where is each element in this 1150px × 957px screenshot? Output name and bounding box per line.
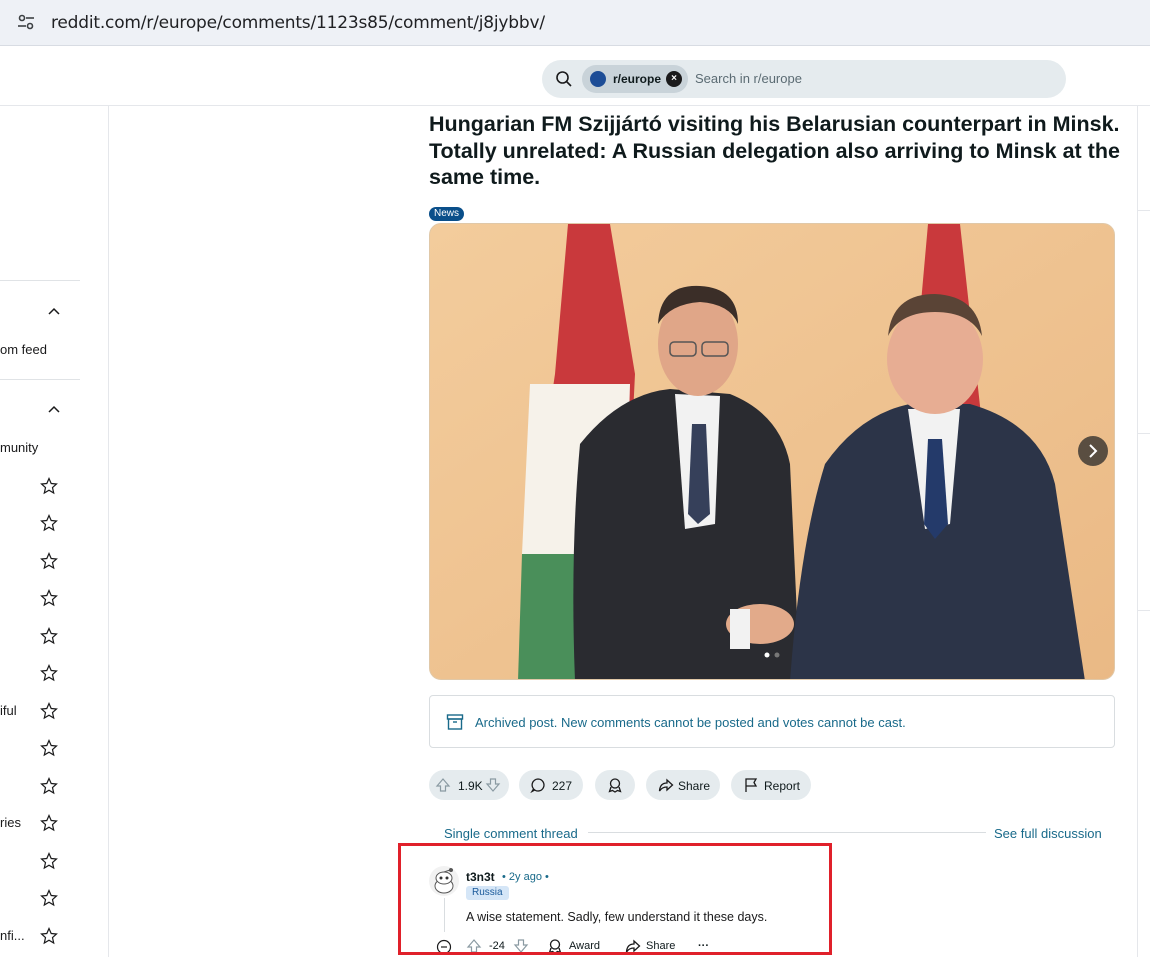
star-icon[interactable] bbox=[40, 664, 58, 682]
star-icon[interactable] bbox=[40, 477, 58, 495]
star-icon[interactable] bbox=[40, 814, 58, 832]
report-label: Report bbox=[764, 779, 801, 793]
carousel-dots-icon bbox=[764, 652, 780, 658]
sidebar-divider bbox=[0, 280, 80, 281]
url-text[interactable]: reddit.com/r/europe/comments/1123s85/com… bbox=[51, 13, 545, 33]
award-button[interactable] bbox=[595, 770, 635, 800]
share-icon bbox=[658, 778, 674, 792]
comments-button[interactable]: 227 bbox=[519, 770, 583, 800]
post-flair[interactable]: News bbox=[429, 207, 465, 221]
search-bar[interactable]: r/europe × Search in r/europe bbox=[542, 60, 1066, 98]
star-icon[interactable] bbox=[40, 514, 58, 532]
divider bbox=[1138, 210, 1150, 211]
sidebar-divider bbox=[0, 379, 80, 380]
comment-icon bbox=[530, 778, 545, 793]
subreddit-avatar-icon bbox=[590, 71, 606, 87]
subreddit-chip[interactable]: r/europe × bbox=[582, 65, 688, 93]
downvote-icon[interactable] bbox=[485, 777, 501, 793]
right-sidebar-edge bbox=[1137, 106, 1150, 957]
star-icon[interactable] bbox=[40, 889, 58, 907]
star-icon[interactable] bbox=[40, 777, 58, 795]
next-image-button[interactable] bbox=[1078, 436, 1108, 466]
vote-count: 1.9K bbox=[458, 779, 483, 793]
post-image[interactable] bbox=[429, 223, 1115, 680]
star-icon[interactable] bbox=[40, 702, 58, 720]
sidebar-item-community[interactable]: ries bbox=[0, 815, 21, 830]
archive-icon bbox=[446, 714, 464, 730]
reddit-header: r/europe × Search in r/europe bbox=[0, 46, 1150, 106]
star-icon[interactable] bbox=[40, 552, 58, 570]
report-button[interactable]: Report bbox=[731, 770, 811, 800]
sidebar-item-custom-feed[interactable]: om feed bbox=[0, 342, 47, 357]
vote-pill: 1.9K bbox=[429, 770, 509, 800]
post-title: Hungarian FM Szijjártó visiting his Bela… bbox=[429, 112, 1120, 189]
upvote-icon[interactable] bbox=[435, 777, 451, 793]
share-button[interactable]: Share bbox=[646, 770, 720, 800]
star-icon[interactable] bbox=[40, 589, 58, 607]
address-field[interactable]: reddit.com/r/europe/comments/1123s85/com… bbox=[0, 0, 1150, 46]
single-comment-thread-label: Single comment thread bbox=[444, 826, 578, 841]
browser-address-bar: reddit.com/r/europe/comments/1123s85/com… bbox=[0, 0, 1150, 46]
award-icon bbox=[608, 778, 622, 793]
thread-divider bbox=[588, 832, 986, 833]
flag-icon bbox=[745, 778, 758, 792]
subreddit-chip-label: r/europe bbox=[613, 72, 662, 86]
sidebar-item-community[interactable]: nfi... bbox=[0, 928, 25, 943]
see-full-discussion-link[interactable]: See full discussion bbox=[994, 826, 1102, 841]
star-icon[interactable] bbox=[40, 739, 58, 757]
search-placeholder[interactable]: Search in r/europe bbox=[695, 71, 802, 86]
divider bbox=[1138, 433, 1150, 434]
highlight-box bbox=[398, 843, 832, 955]
sidebar-item-community[interactable]: iful bbox=[0, 703, 17, 718]
left-sidebar: om feed munity iful ries nfi... bbox=[0, 106, 109, 957]
star-icon[interactable] bbox=[40, 927, 58, 945]
chevron-right-icon bbox=[1089, 444, 1098, 458]
sidebar-item-create-community[interactable]: munity bbox=[0, 440, 38, 455]
search-icon bbox=[556, 71, 572, 87]
chip-close-icon[interactable]: × bbox=[666, 71, 682, 87]
chevron-up-icon[interactable] bbox=[46, 402, 62, 418]
share-label: Share bbox=[678, 779, 711, 793]
archived-notice-text: Archived post. New comments cannot be po… bbox=[475, 715, 906, 730]
handshake-photo bbox=[430, 224, 1114, 679]
comment-count: 227 bbox=[552, 779, 573, 793]
star-icon[interactable] bbox=[40, 627, 58, 645]
site-settings-icon[interactable] bbox=[16, 12, 36, 32]
archived-notice: Archived post. New comments cannot be po… bbox=[429, 695, 1115, 748]
star-icon[interactable] bbox=[40, 852, 58, 870]
chevron-up-icon[interactable] bbox=[46, 304, 62, 320]
divider bbox=[1138, 610, 1150, 611]
